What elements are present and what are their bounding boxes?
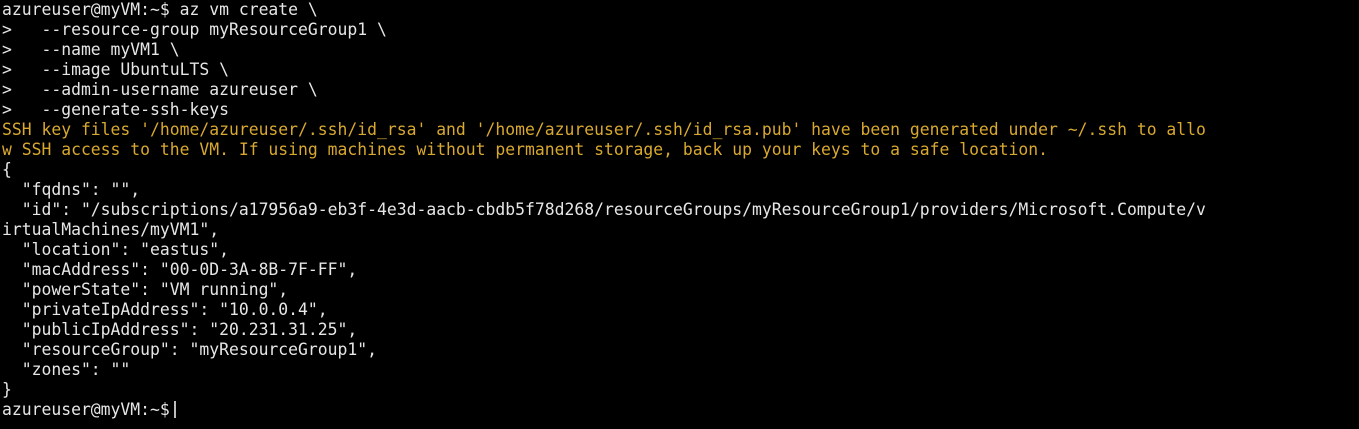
prompt-line[interactable]: azureuser@myVM:~$	[2, 400, 1359, 420]
command-continuation-line: > --admin-username azureuser \	[2, 80, 318, 99]
terminal-window[interactable]: azureuser@myVM:~$ az vm create \ > --res…	[0, 0, 1359, 429]
json-output-line: "macAddress": "00-0D-3A-8B-7F-FF",	[2, 260, 358, 279]
json-output-line: }	[2, 380, 12, 399]
command-continuation-line: > --name myVM1 \	[2, 40, 180, 59]
json-output-line: irtualMachines/myVM1",	[2, 220, 220, 239]
json-output-line: "powerState": "VM running",	[2, 280, 289, 299]
json-output-line: "zones": ""	[2, 360, 131, 379]
shell-prompt: azureuser@myVM:~$	[2, 400, 170, 419]
command-continuation-line: > --generate-ssh-keys	[2, 100, 229, 119]
json-output-line: "resourceGroup": "myResourceGroup1",	[2, 340, 377, 359]
json-output-line: "publicIpAddress": "20.231.31.25",	[2, 320, 358, 339]
text-cursor	[173, 401, 176, 418]
command-continuation-line: > --resource-group myResourceGroup1 \	[2, 20, 387, 39]
json-output-line: "id": "/subscriptions/a17956a9-eb3f-4e3d…	[2, 200, 1206, 219]
json-output-line: "privateIpAddress": "10.0.0.4",	[2, 300, 328, 319]
command-continuation-line: > --image UbuntuLTS \	[2, 60, 229, 79]
json-output-line: "fqdns": "",	[2, 180, 141, 199]
json-output-line: {	[2, 160, 12, 179]
command-line: azureuser@myVM:~$ az vm create \	[2, 0, 318, 19]
json-output-line: "location": "eastus",	[2, 240, 229, 259]
ssh-key-warning-line: SSH key files '/home/azureuser/.ssh/id_r…	[2, 120, 1206, 139]
ssh-key-warning-line: w SSH access to the VM. If using machine…	[2, 140, 1049, 159]
